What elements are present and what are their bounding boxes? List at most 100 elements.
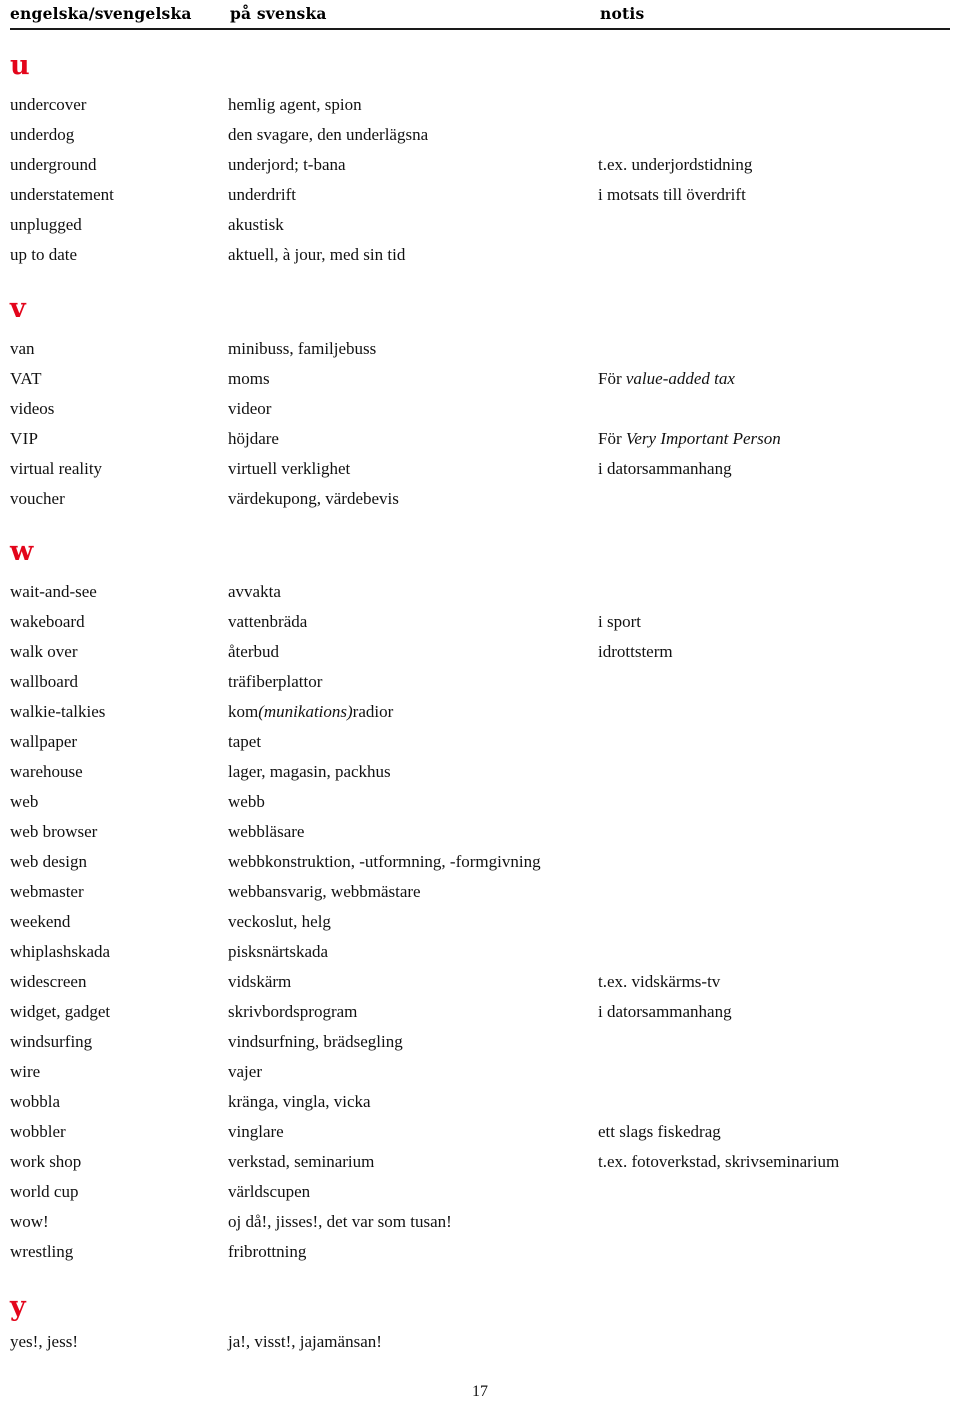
translation-prefix: kom bbox=[228, 702, 259, 721]
running-head-col-swedish: på svenska bbox=[230, 4, 327, 23]
entry-translation: höjdare bbox=[228, 429, 279, 448]
entry-translation: videor bbox=[228, 399, 272, 418]
running-head-col-english: engelska/svengelska bbox=[10, 4, 192, 23]
entry-headword: world cup bbox=[10, 1182, 79, 1201]
section-letter-v: v bbox=[10, 293, 26, 324]
entry-headword: windsurfing bbox=[10, 1032, 93, 1051]
entry-translation: tapet bbox=[228, 732, 262, 751]
entry-translation: kränga, vingla, vicka bbox=[228, 1092, 371, 1111]
entry-headword: van bbox=[10, 339, 35, 358]
entry-note: i motsats till överdrift bbox=[598, 185, 746, 204]
dictionary-entry: wobbla kränga, vingla, vicka bbox=[0, 1087, 960, 1117]
entry-headword: undercover bbox=[10, 95, 87, 114]
entry-headword: weekend bbox=[10, 912, 71, 931]
page-number: 17 bbox=[472, 1383, 488, 1400]
entry-translation: hemlig agent, spion bbox=[228, 95, 362, 114]
translation-italic-part: (munikations) bbox=[258, 702, 353, 721]
dictionary-entry: walk over återbud idrottsterm bbox=[0, 637, 960, 667]
dictionary-entry: wrestling fribrottning bbox=[0, 1237, 960, 1267]
entry-headword: widescreen bbox=[10, 972, 87, 991]
dictionary-entry: weekend veckoslut, helg bbox=[0, 907, 960, 937]
entry-translation: vindsurfning, brädsegling bbox=[228, 1032, 403, 1051]
dictionary-entry: understatement underdrift i motsats till ö… bbox=[0, 180, 960, 210]
translation-suffix: radior bbox=[352, 702, 394, 721]
entry-headword: wallpaper bbox=[10, 732, 78, 751]
entry-headword: VAT bbox=[10, 369, 42, 388]
dictionary-entry: wallpaper tapet bbox=[0, 727, 960, 757]
entry-headword: videos bbox=[10, 399, 55, 418]
dictionary-entry: van minibuss, familjebuss bbox=[0, 334, 960, 364]
dictionary-entry: wobbler vinglare ett slags fiskedrag bbox=[0, 1117, 960, 1147]
entry-note: För Very Important Person bbox=[598, 424, 953, 454]
entry-note: i sport bbox=[598, 612, 641, 631]
dictionary-entry: world cup världscupen bbox=[0, 1177, 960, 1207]
entry-translation: moms bbox=[228, 369, 270, 388]
entry-note: idrottsterm bbox=[598, 642, 673, 661]
entry-headword: VIP bbox=[10, 429, 39, 448]
entry-translation: skrivbordsprogram bbox=[228, 1002, 358, 1021]
note-prefix: För bbox=[598, 369, 626, 388]
dictionary-entry: whiplashskada pisksnärtskada bbox=[0, 937, 960, 967]
section-letter-u: u bbox=[10, 50, 30, 81]
entry-translation: träfiberplattor bbox=[228, 672, 323, 691]
dictionary-entry: up to date aktuell, à jour, med sin tid bbox=[0, 240, 960, 270]
entry-headword: yes!, jess! bbox=[10, 1332, 78, 1351]
dictionary-entry: widget, gadget skrivbordsprogram i datorsa… bbox=[0, 997, 960, 1027]
dictionary-entry: virtual reality virtuell verklighet i dato… bbox=[0, 454, 960, 484]
entry-headword: wobbla bbox=[10, 1092, 61, 1111]
entry-list-u: undercover hemlig agent, spion underdog den… bbox=[0, 90, 960, 270]
entry-list-w: wait-and-see avvakta wakeboard vattenbräda i… bbox=[0, 577, 960, 1267]
dictionary-entry: undercover hemlig agent, spion bbox=[0, 90, 960, 120]
dictionary-entry: work shop verkstad, seminarium t.ex. fotov… bbox=[0, 1147, 960, 1177]
entry-headword: understatement bbox=[10, 185, 114, 204]
dictionary-entry: underground underjord; t-bana t.ex. underj… bbox=[0, 150, 960, 180]
entry-note: ett slags fiskedrag bbox=[598, 1122, 721, 1141]
running-head: engelska/svengelska på svenska notis bbox=[10, 4, 950, 30]
entry-translation: verkstad, seminarium bbox=[228, 1152, 375, 1171]
entry-headword: wait-and-see bbox=[10, 582, 97, 601]
entry-headword: wakeboard bbox=[10, 612, 85, 631]
entry-translation: aktuell, à jour, med sin tid bbox=[228, 245, 406, 264]
entry-headword: wrestling bbox=[10, 1242, 74, 1261]
note-prefix: För bbox=[598, 429, 626, 448]
entry-translation: oj då!, jisses!, det var som tusan! bbox=[228, 1212, 452, 1231]
dictionary-entry: wallboard träfiberplattor bbox=[0, 667, 960, 697]
entry-translation: vattenbräda bbox=[228, 612, 308, 631]
dictionary-entry: web webb bbox=[0, 787, 960, 817]
entry-headword: underground bbox=[10, 155, 97, 174]
dictionary-entry: warehouse lager, magasin, packhus bbox=[0, 757, 960, 787]
entry-note: i datorsammanhang bbox=[598, 1002, 732, 1021]
entry-translation: minibuss, familjebuss bbox=[228, 339, 377, 358]
section-letter-y: y bbox=[10, 1291, 26, 1322]
entry-translation: lager, magasin, packhus bbox=[228, 762, 391, 781]
entry-translation: virtuell verklighet bbox=[228, 459, 351, 478]
dictionary-entry: widescreen vidskärm t.ex. vidskärms-tv bbox=[0, 967, 960, 997]
entry-translation: avvakta bbox=[228, 582, 281, 601]
dictionary-page: engelska/svengelska på svenska notis u un… bbox=[0, 0, 960, 1409]
running-head-col-note: notis bbox=[600, 4, 645, 23]
dictionary-entry: web design webbkonstruktion, -utformning,… bbox=[0, 847, 960, 877]
entry-note: t.ex. underjordstidning bbox=[598, 155, 753, 174]
dictionary-entry: web browser webbläsare bbox=[0, 817, 960, 847]
entry-note: i datorsammanhang bbox=[598, 459, 732, 478]
entry-translation: akustisk bbox=[228, 215, 284, 234]
entry-headword: up to date bbox=[10, 245, 78, 264]
entry-headword: unplugged bbox=[10, 215, 82, 234]
entry-headword: wobbler bbox=[10, 1122, 66, 1141]
entry-headword: voucher bbox=[10, 489, 65, 508]
entry-note: t.ex. vidskärms-tv bbox=[598, 972, 721, 991]
entry-note: För value-added tax bbox=[598, 364, 953, 394]
section-letter-w: w bbox=[10, 536, 34, 567]
entry-list-v: van minibuss, familjebuss VAT moms För value… bbox=[0, 334, 960, 514]
dictionary-entry: videos videor bbox=[0, 394, 960, 424]
entry-headword: wire bbox=[10, 1062, 41, 1081]
entry-note: t.ex. fotoverkstad, skrivseminarium bbox=[598, 1152, 840, 1171]
dictionary-entry: yes!, jess! ja!, visst!, jajamänsan! bbox=[0, 1327, 960, 1357]
entry-headword: walkie-talkies bbox=[10, 702, 106, 721]
entry-headword: web design bbox=[10, 852, 87, 871]
entry-headword: web browser bbox=[10, 822, 98, 841]
entry-headword: work shop bbox=[10, 1152, 82, 1171]
entry-translation: återbud bbox=[228, 642, 279, 661]
dictionary-entry: wire vajer bbox=[0, 1057, 960, 1087]
entry-translation: vinglare bbox=[228, 1122, 284, 1141]
